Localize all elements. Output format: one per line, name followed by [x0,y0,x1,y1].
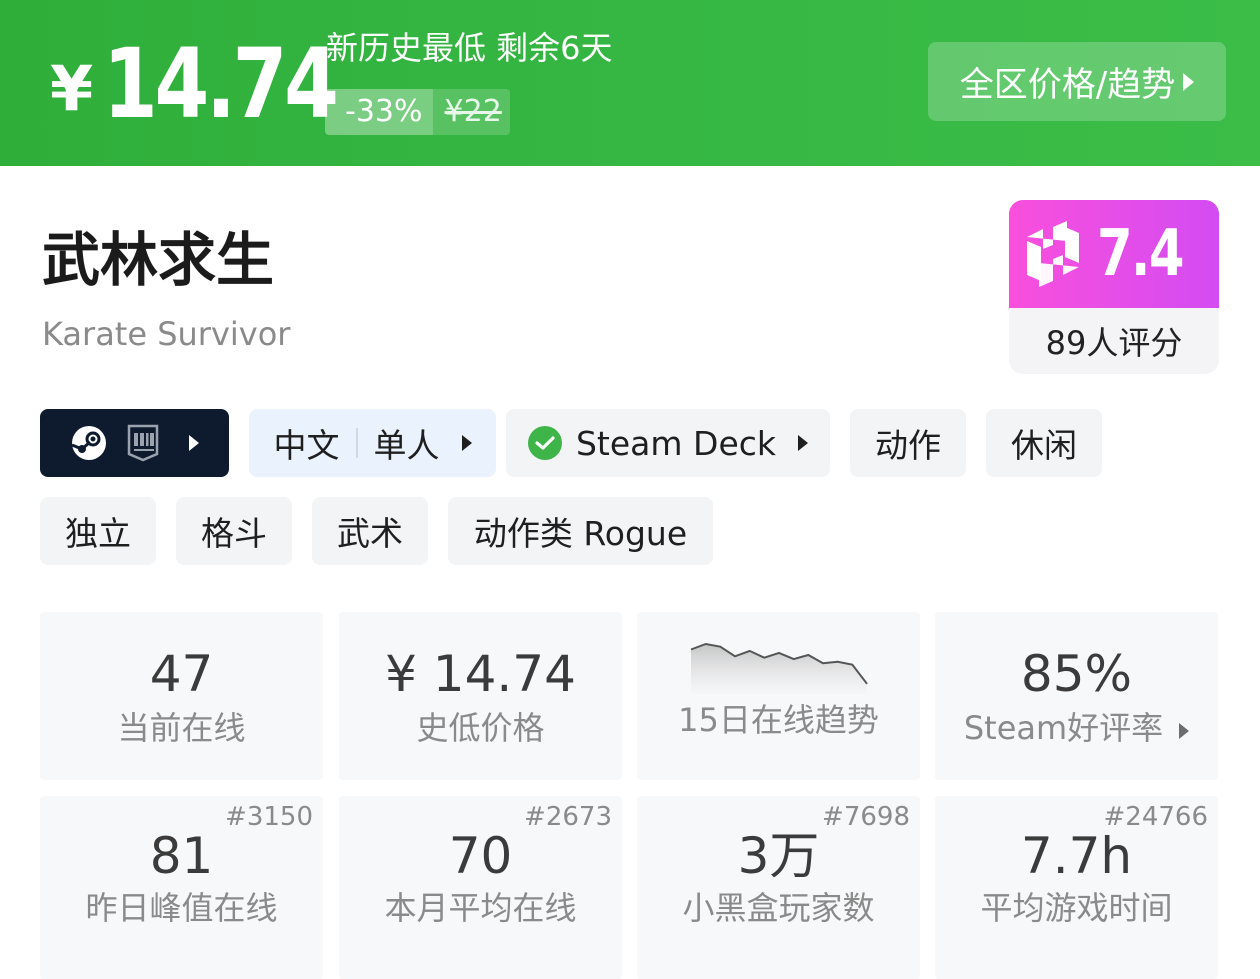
chevron-right-icon [798,435,808,451]
trend-sparkline [690,642,868,694]
stat-current-online[interactable]: 47 当前在线 [40,612,323,780]
genre-tag[interactable]: 休闲 [986,409,1102,477]
stat-label: Steam好评率 [935,708,1218,748]
currency-symbol: ¥ [50,52,94,125]
stat-label: 史低价格 [416,709,545,747]
stat-value: 3万 [737,827,820,885]
stat-yesterday-peak[interactable]: #3150 81 昨日峰值在线 [40,796,323,979]
stat-value: 81 [149,827,214,885]
deal-text: 新历史最低 剩余6天 [326,29,613,67]
price-value: 14.74 [103,28,339,140]
chevron-right-icon [461,435,472,451]
stat-label: 本月平均在线 [384,889,577,927]
divider [355,428,358,458]
price-banner: ¥ 14.74 新历史最低 剩余6天 -33% ¥22 全区价格/趋势 [0,0,1260,166]
rank-badge: #2673 [524,802,612,832]
stat-label: 15日在线趋势 [678,701,879,739]
stat-lowest-price[interactable]: ¥ 14.74 史低价格 [339,612,622,780]
chevron-right-icon [1179,723,1190,739]
stat-label: 小黑盒玩家数 [682,889,875,927]
genre-tag[interactable]: 武术 [312,497,428,565]
platform-tag[interactable] [40,409,229,477]
stat-average-playtime[interactable]: #24766 7.7h 平均游戏时间 [935,796,1218,979]
discount-badge: -33% ¥22 [325,89,510,135]
genre-tag[interactable]: 独立 [40,497,156,565]
score-value: 7.4 [1097,217,1185,291]
stat-label: 平均游戏时间 [980,889,1173,927]
stat-month-average[interactable]: #2673 70 本月平均在线 [339,796,622,979]
stat-online-trend[interactable]: 15日在线趋势 [637,612,920,780]
rank-badge: #7698 [822,802,910,832]
heybox-logo-icon [1027,221,1080,287]
stat-heybox-players[interactable]: #7698 3万 小黑盒玩家数 [637,796,920,979]
stat-label-text: Steam好评率 [963,709,1164,747]
stat-value: 85% [1020,645,1133,703]
stat-value: 47 [149,645,214,703]
stat-label: 当前在线 [117,709,246,747]
game-subtitle: Karate Survivor [42,315,291,353]
stat-label: 昨日峰值在线 [85,889,278,927]
stat-value: 7.7h [1020,827,1133,885]
score-header: 7.4 [1009,200,1219,308]
stat-value: 70 [448,827,513,885]
score-raters: 89人评分 [1045,324,1183,362]
language-label: 中文 [273,426,340,465]
original-price: ¥22 [432,89,510,135]
genre-tag[interactable]: 动作类 Rogue [448,497,713,565]
chevron-right-icon [1183,72,1195,91]
region-price-button[interactable]: 全区价格/趋势 [928,42,1226,121]
genre-tag[interactable]: 格斗 [176,497,292,565]
rank-badge: #24766 [1103,802,1209,832]
rank-badge: #3150 [225,802,313,832]
steam-icon [70,426,106,460]
score-card[interactable]: 7.4 89人评分 [1009,200,1219,374]
game-title: 武林求生 [42,226,275,294]
player-mode-label: 单人 [373,426,440,465]
steam-deck-tag[interactable]: Steam Deck [506,409,830,477]
trend-area [690,644,867,694]
epic-games-icon [127,424,158,462]
discount-percent: -33% [325,89,433,135]
steam-deck-label: Steam Deck [575,423,776,463]
stat-value: ¥ 14.74 [385,645,576,703]
genre-tag[interactable]: 动作 [850,409,966,477]
stat-steam-rating[interactable]: 85% Steam好评率 [935,612,1218,780]
region-price-label: 全区价格/趋势 [959,65,1176,105]
check-icon [527,426,562,460]
chevron-right-icon [188,435,199,451]
language-tag[interactable]: 中文 单人 [249,409,496,477]
